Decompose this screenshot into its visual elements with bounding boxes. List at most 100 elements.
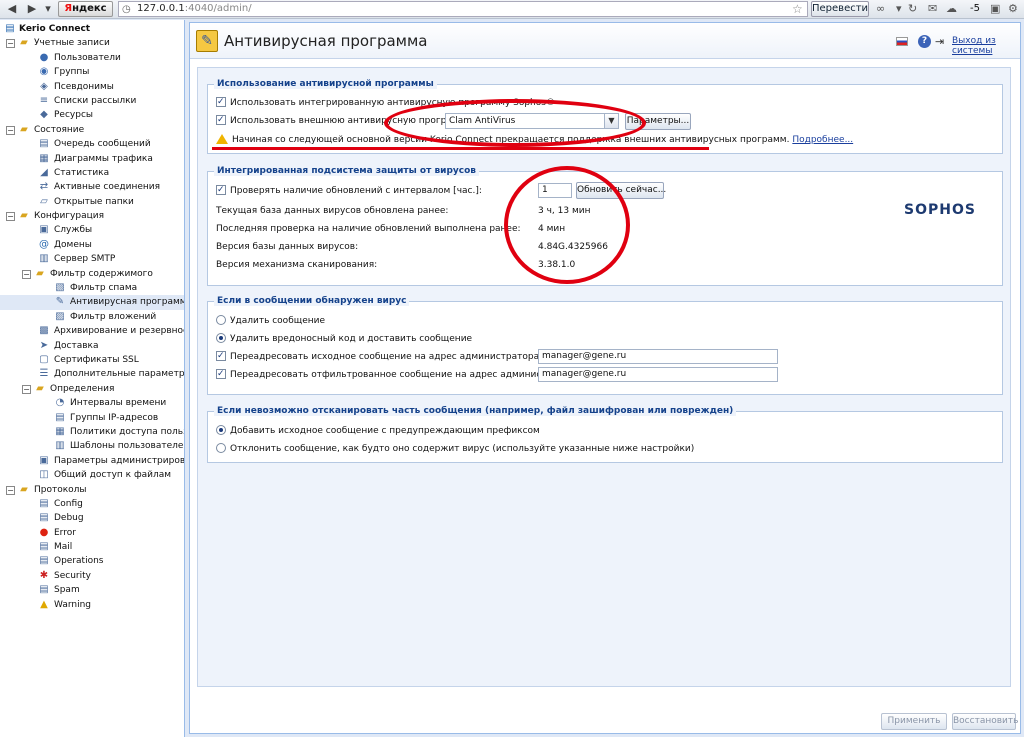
glasses-icon[interactable]: ∞ bbox=[876, 2, 885, 15]
sidebar-item[interactable]: ◆ Ресурсы bbox=[0, 108, 184, 122]
sidebar-item[interactable]: ▣ Службы bbox=[0, 223, 184, 237]
sidebar-item[interactable]: ▤ Mail bbox=[0, 540, 184, 554]
translate-button[interactable]: Перевести bbox=[811, 1, 869, 17]
sidebar-item[interactable]: ▤ Spam bbox=[0, 583, 184, 597]
collapse-toggle-icon[interactable]: − bbox=[6, 485, 15, 495]
radio[interactable] bbox=[216, 332, 226, 343]
alias-icon: ◈ bbox=[40, 80, 48, 92]
restore-button[interactable]: Восстановить bbox=[952, 713, 1018, 730]
sidebar-item[interactable]: − ▰ Состояние bbox=[0, 123, 184, 137]
db-updated-label: Текущая база данных вирусов обновлена ра… bbox=[216, 206, 449, 216]
logout-icon[interactable]: ⇥ bbox=[935, 35, 944, 48]
sidebar-item[interactable]: ◈ Псевдонимы bbox=[0, 80, 184, 94]
antivirus-icon: ✎ bbox=[196, 30, 218, 52]
forward-original-email-input[interactable]: manager@gene.ru bbox=[538, 349, 778, 364]
collapse-toggle-icon[interactable]: − bbox=[22, 269, 31, 279]
check-updates-checkbox[interactable]: Проверять наличие обновлений с интервало… bbox=[216, 183, 482, 198]
radio[interactable] bbox=[216, 314, 226, 325]
forward-filtered-email-input[interactable]: manager@gene.ru bbox=[538, 367, 778, 382]
sidebar-item[interactable]: ⇄ Активные соединения bbox=[0, 180, 184, 194]
sidebar-item[interactable]: ◉ Группы bbox=[0, 65, 184, 79]
sidebar-item[interactable]: ▤ Группы IP-адресов bbox=[0, 411, 184, 425]
sidebar-item[interactable]: ▦ Диаграммы трафика bbox=[0, 152, 184, 166]
use-integrated-checkbox[interactable]: Использовать интегрированную антивирусну… bbox=[216, 95, 555, 110]
checkbox[interactable] bbox=[216, 349, 226, 363]
sidebar-item[interactable]: ▣ Параметры администрирования bbox=[0, 454, 184, 468]
bookmark-star-icon[interactable]: ☆ bbox=[792, 2, 803, 16]
sidebar-item[interactable]: − ▰ Определения bbox=[0, 382, 184, 396]
sidebar-item[interactable]: ◢ Статистика bbox=[0, 166, 184, 180]
apply-button[interactable]: Применить bbox=[881, 713, 947, 730]
help-icon[interactable]: ? bbox=[918, 35, 931, 48]
sidebar-item[interactable]: ◫ Общий доступ к файлам bbox=[0, 468, 184, 482]
reject-message-radio[interactable]: Отклонить сообщение, как будто оно содер… bbox=[216, 442, 694, 456]
sidebar-item[interactable]: ▧ Фильтр спама bbox=[0, 281, 184, 295]
language-flag-icon[interactable] bbox=[896, 37, 908, 46]
mail-icon[interactable]: ✉ bbox=[928, 2, 937, 15]
sidebar-item[interactable]: ▱ Открытые папки bbox=[0, 195, 184, 209]
sidebar-item[interactable]: ▤ Config bbox=[0, 497, 184, 511]
parameters-button[interactable]: Параметры... bbox=[625, 113, 691, 130]
extension-icon[interactable]: ▣ bbox=[990, 2, 1000, 15]
wrench-icon[interactable]: ⚙ bbox=[1008, 2, 1018, 15]
dropdown-arrow-icon[interactable]: ▾ bbox=[40, 2, 56, 16]
address-bar[interactable]: ◷ 127.0.0.1:4040/admin/ bbox=[118, 1, 808, 17]
forward-original-checkbox[interactable]: Переадресовать исходное сообщение на адр… bbox=[216, 349, 542, 364]
sidebar-item[interactable]: − ▰ Конфигурация bbox=[0, 209, 184, 223]
external-antivirus-select[interactable]: Clam AntiVirus ▼ bbox=[445, 113, 619, 129]
add-prefix-radio[interactable]: Добавить исходное сообщение с предупрежд… bbox=[216, 424, 540, 438]
chevron-down-icon[interactable]: ▼ bbox=[604, 114, 618, 128]
sidebar-item[interactable]: ▩ Архивирование и резервное копирование bbox=[0, 324, 184, 338]
collapse-toggle-icon[interactable]: − bbox=[22, 384, 31, 394]
sidebar-item[interactable]: ▤ Очередь сообщений bbox=[0, 137, 184, 151]
forward-filtered-checkbox[interactable]: Переадресовать отфильтрованное сообщение… bbox=[216, 367, 583, 382]
checkbox[interactable] bbox=[216, 113, 226, 127]
sidebar-item[interactable]: ● Пользователи bbox=[0, 51, 184, 65]
sidebar-item[interactable]: ≡ Списки рассылки bbox=[0, 94, 184, 108]
more-link[interactable]: Подробнее... bbox=[792, 135, 853, 145]
update-interval-input[interactable]: 1 bbox=[538, 183, 572, 198]
back-arrow-icon[interactable]: ◀ bbox=[4, 2, 20, 16]
sidebar-item[interactable]: ▨ Фильтр вложений bbox=[0, 310, 184, 324]
yandex-button[interactable]: Яндекс bbox=[58, 1, 113, 17]
sidebar-item[interactable]: ▥ Шаблоны пользователей bbox=[0, 439, 184, 453]
logout-link[interactable]: Выход из системы bbox=[952, 36, 1020, 56]
checkbox[interactable] bbox=[216, 367, 226, 381]
sidebar-item[interactable]: ◔ Интервалы времени bbox=[0, 396, 184, 410]
sidebar-item[interactable]: ▲ Warning bbox=[0, 598, 184, 612]
sidebar-item-label: Диаграммы трафика bbox=[54, 153, 153, 164]
sidebar-item[interactable]: ➤ Доставка bbox=[0, 339, 184, 353]
forward-arrow-icon[interactable]: ▶ bbox=[24, 2, 40, 16]
checkbox[interactable] bbox=[216, 95, 226, 109]
sidebar-item[interactable]: − ▰ Протоколы bbox=[0, 483, 184, 497]
remove-deliver-radio[interactable]: Удалить вредоносный код и доставить сооб… bbox=[216, 332, 472, 346]
sidebar-item[interactable]: ● Error bbox=[0, 526, 184, 540]
collapse-toggle-icon[interactable]: − bbox=[6, 39, 15, 49]
chart-icon: ▦ bbox=[39, 152, 49, 164]
sidebar-item[interactable]: − ▰ Фильтр содержимого bbox=[0, 267, 184, 281]
use-external-checkbox[interactable]: Использовать внешнюю антивирусную програ… bbox=[216, 113, 471, 128]
sidebar-item-label: Активные соединения bbox=[54, 182, 161, 193]
tree-root[interactable]: ▤ Kerio Connect bbox=[0, 22, 184, 36]
radio[interactable] bbox=[216, 442, 226, 453]
update-now-button[interactable]: Обновить сейчас... bbox=[576, 182, 666, 199]
reload-icon[interactable]: ↻ bbox=[908, 2, 917, 15]
dropdown-icon[interactable]: ▾ bbox=[896, 2, 902, 15]
sidebar-item[interactable]: ✎ Антивирусная программа bbox=[0, 295, 184, 310]
sidebar-item[interactable]: ▥ Сервер SMTP bbox=[0, 252, 184, 266]
radio[interactable] bbox=[216, 424, 226, 435]
sidebar-item[interactable]: @ Домены bbox=[0, 238, 184, 252]
collapse-toggle-icon[interactable]: − bbox=[6, 125, 15, 135]
sidebar-item[interactable]: ▦ Политики доступа пользователей bbox=[0, 425, 184, 439]
collapse-toggle-icon[interactable]: − bbox=[6, 212, 15, 222]
sidebar-item[interactable]: − ▰ Учетные записи bbox=[0, 36, 184, 50]
sidebar-item-label: Службы bbox=[54, 225, 93, 236]
sidebar-item[interactable]: ▤ Debug bbox=[0, 511, 184, 525]
sidebar-item[interactable]: ✱ Security bbox=[0, 569, 184, 583]
sidebar-item[interactable]: ☰ Дополнительные параметры bbox=[0, 367, 184, 381]
checkbox[interactable] bbox=[216, 183, 226, 197]
sidebar-item-label: Доставка bbox=[54, 340, 99, 351]
sidebar-item[interactable]: ▢ Сертификаты SSL bbox=[0, 353, 184, 367]
delete-message-radio[interactable]: Удалить сообщение bbox=[216, 314, 325, 328]
sidebar-item[interactable]: ▤ Operations bbox=[0, 554, 184, 568]
